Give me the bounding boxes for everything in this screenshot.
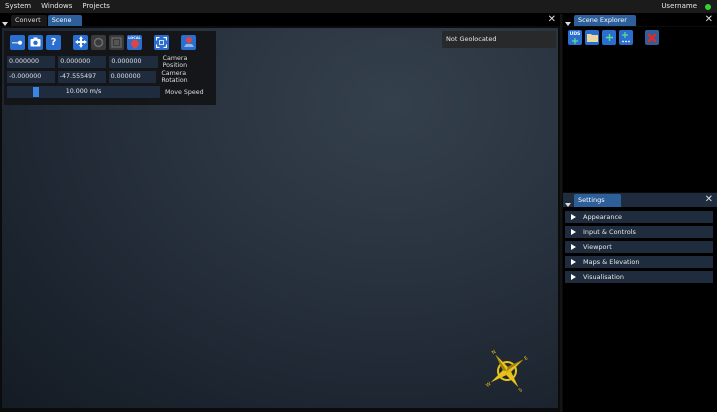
- add-folder-icon[interactable]: [585, 30, 599, 45]
- camera-position-x-field[interactable]: 0.000000: [7, 56, 56, 68]
- settings-header: Settings ✕: [563, 193, 717, 207]
- tab-scene-explorer[interactable]: Scene Explorer: [574, 15, 636, 26]
- expand-arrow-icon: [571, 259, 576, 265]
- expand-arrow-icon: [571, 274, 576, 280]
- move-speed-value: 10.000 m/s: [65, 88, 102, 95]
- help-icon[interactable]: ?: [46, 34, 61, 50]
- compass-w: W: [485, 381, 493, 389]
- compass-s: S: [518, 387, 524, 394]
- menu-bar: System Windows Projects Username: [0, 0, 717, 14]
- settings-panel: Appearance Input & Controls Viewport Map…: [563, 207, 717, 412]
- geolocation-status: Not Geolocated: [442, 31, 556, 48]
- camera-rotation-z-field[interactable]: 0.000000: [108, 71, 157, 83]
- camera-settings-panel: ? LOCAL 0.000000 0.000000 0.000000 Camer…: [4, 31, 216, 105]
- panel-divider[interactable]: [560, 14, 562, 412]
- menu-system[interactable]: System: [0, 0, 36, 13]
- settings-section-visualisation[interactable]: Visualisation: [565, 271, 713, 283]
- expand-arrow-icon: [571, 214, 576, 220]
- section-label: Maps & Elevation: [583, 258, 640, 266]
- rotate-icon[interactable]: [91, 34, 106, 50]
- scene-explorer-tabbar: Scene Explorer ✕: [563, 14, 717, 26]
- screenshot-icon[interactable]: [28, 34, 43, 50]
- settings-section-maps-elevation[interactable]: Maps & Elevation: [565, 256, 713, 268]
- menu-projects[interactable]: Projects: [77, 0, 115, 13]
- section-label: Appearance: [583, 213, 623, 221]
- section-label: Input & Controls: [583, 228, 636, 236]
- settings-section-appearance[interactable]: Appearance: [565, 211, 713, 223]
- section-label: Visualisation: [583, 273, 625, 281]
- scale-icon[interactable]: [109, 34, 124, 50]
- camera-rotation-x-field[interactable]: -0.000000: [7, 71, 55, 83]
- move-speed-slider[interactable]: 10.000 m/s: [7, 86, 160, 98]
- expand-arrow-icon: [571, 244, 576, 250]
- compass-icon: N E S W: [485, 349, 529, 394]
- scene-viewport[interactable]: Not Geolocated ? LOCAL 0.000000 0.000000…: [2, 28, 558, 408]
- local-space-icon[interactable]: LOCAL: [127, 34, 142, 50]
- camera-rotation-label: Camera Rotation: [161, 70, 188, 84]
- section-label: Viewport: [583, 243, 612, 251]
- camera-position-label: Camera Position: [162, 55, 188, 69]
- tab-menu-icon[interactable]: [2, 22, 8, 26]
- compass-e: E: [523, 355, 529, 362]
- delete-icon[interactable]: [645, 30, 659, 45]
- settings-section-viewport[interactable]: Viewport: [565, 241, 713, 253]
- tab-scene[interactable]: Scene: [47, 15, 82, 26]
- main-tabbar: Convert Scene ✕: [0, 14, 560, 26]
- compass-n: N: [491, 349, 498, 356]
- username-label[interactable]: Username: [661, 0, 697, 13]
- camera-rotation-y-field[interactable]: -47.555497: [57, 71, 106, 83]
- add-more-icon[interactable]: [619, 30, 633, 45]
- camera-position-z-field[interactable]: 0.000000: [109, 56, 158, 68]
- camera-position-y-field[interactable]: 0.000000: [58, 56, 107, 68]
- add-uds-icon[interactable]: UDS: [568, 30, 582, 45]
- map-marker-icon[interactable]: [181, 34, 196, 50]
- move-speed-label: Move Speed: [165, 88, 204, 96]
- settings-close-icon[interactable]: ✕: [705, 193, 713, 207]
- fullscreen-icon[interactable]: [154, 34, 169, 50]
- settings-section-input-controls[interactable]: Input & Controls: [565, 226, 713, 238]
- expand-arrow-icon: [571, 229, 576, 235]
- camera-move-icon[interactable]: [10, 34, 25, 50]
- scene-explorer-close-icon[interactable]: ✕: [705, 14, 713, 26]
- tab-settings[interactable]: Settings: [574, 194, 621, 207]
- add-point-icon[interactable]: [602, 30, 616, 45]
- online-status-icon: [705, 4, 711, 10]
- translate-icon[interactable]: [73, 34, 88, 50]
- close-icon[interactable]: ✕: [548, 14, 556, 26]
- tab-convert[interactable]: Convert: [11, 15, 47, 26]
- scene-explorer-panel: UDS: [563, 27, 717, 192]
- scene-explorer-menu-icon[interactable]: [565, 22, 571, 26]
- menu-windows[interactable]: Windows: [36, 0, 77, 13]
